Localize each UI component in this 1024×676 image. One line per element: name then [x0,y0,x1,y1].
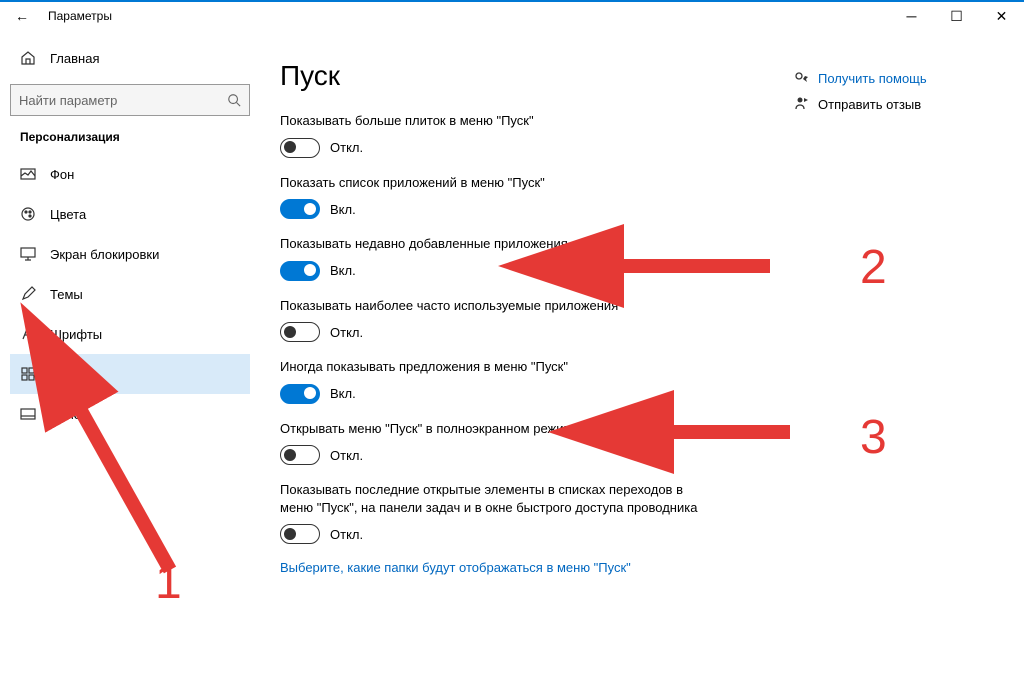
setting-item: Открывать меню "Пуск" в полноэкранном ре… [280,420,700,466]
toggle-state: Откл. [330,448,363,463]
monitor-icon [20,246,36,262]
toggle-state: Вкл. [330,263,356,278]
minimize-button[interactable]: ─ [889,1,934,31]
sidebar: Главная Найти параметр Персонализация Фо… [0,30,260,676]
toggle-state: Откл. [330,325,363,340]
sidebar-section-title: Персонализация [10,130,250,144]
setting-label: Показывать больше плиток в меню "Пуск" [280,112,700,130]
help-link[interactable]: Получить помощь [794,70,994,86]
sidebar-item-label: Экран блокировки [50,247,159,262]
window-title: Параметры [44,9,889,23]
title-bar: ← Параметры ─ ☐ ✕ [0,0,1024,30]
toggle-switch[interactable] [280,384,320,404]
sidebar-item-label: Темы [50,287,83,302]
search-placeholder: Найти параметр [19,93,227,108]
setting-item: Показывать недавно добавленные приложени… [280,235,700,281]
setting-item: Иногда показывать предложения в меню "Пу… [280,358,700,404]
toggle-state: Вкл. [330,386,356,401]
setting-label: Иногда показывать предложения в меню "Пу… [280,358,700,376]
toggle-switch[interactable] [280,445,320,465]
font-icon [20,326,36,342]
image-icon [20,166,36,182]
setting-item: Показать список приложений в меню "Пуск"… [280,174,700,220]
sidebar-item-taskbar[interactable]: Панел [10,394,250,434]
sidebar-item-start[interactable]: Пуск [10,354,250,394]
feedback-label: Отправить отзыв [818,97,921,112]
content-area: Пуск Показывать больше плиток в меню "Пу… [260,30,1024,676]
search-icon [227,93,241,107]
setting-item: Показывать последние открытые элементы в… [280,481,700,544]
toggle-switch[interactable] [280,261,320,281]
close-button[interactable]: ✕ [979,1,1024,31]
setting-item: Показывать наиболее часто используемые п… [280,297,700,343]
feedback-icon [794,96,810,112]
toggle-switch[interactable] [280,199,320,219]
sidebar-item-fonts[interactable]: Шрифты [10,314,250,354]
sidebar-item-themes[interactable]: Темы [10,274,250,314]
sidebar-home[interactable]: Главная [10,40,250,76]
setting-label: Показывать наиболее часто используемые п… [280,297,700,315]
setting-item: Показывать больше плиток в меню "Пуск" От… [280,112,700,158]
folders-link[interactable]: Выберите, какие папки будут отображаться… [280,560,994,575]
toggle-switch[interactable] [280,138,320,158]
sidebar-home-label: Главная [50,51,99,66]
setting-label: Показать список приложений в меню "Пуск" [280,174,700,192]
feedback-link[interactable]: Отправить отзыв [794,96,994,112]
sidebar-item-lockscreen[interactable]: Экран блокировки [10,234,250,274]
home-icon [20,50,36,66]
sidebar-item-colors[interactable]: Цвета [10,194,250,234]
toggle-switch[interactable] [280,524,320,544]
back-button[interactable]: ← [0,8,44,24]
brush-icon [20,286,36,302]
toggle-state: Вкл. [330,202,356,217]
side-panel: Получить помощь Отправить отзыв [794,70,994,122]
toggle-state: Откл. [330,140,363,155]
toggle-state: Откл. [330,527,363,542]
palette-icon [20,206,36,222]
sidebar-item-label: Фон [50,167,74,182]
start-icon [20,366,36,382]
taskbar-icon [20,406,36,422]
maximize-button[interactable]: ☐ [934,1,979,31]
sidebar-item-label: Цвета [50,207,86,222]
toggle-switch[interactable] [280,322,320,342]
setting-label: Открывать меню "Пуск" в полноэкранном ре… [280,420,700,438]
setting-label: Показывать последние открытые элементы в… [280,481,700,516]
sidebar-item-background[interactable]: Фон [10,154,250,194]
setting-label: Показывать недавно добавленные приложени… [280,235,700,253]
sidebar-item-label: Пуск [50,367,78,382]
sidebar-item-label: Шрифты [50,327,102,342]
help-icon [794,70,810,86]
search-input[interactable]: Найти параметр [10,84,250,116]
help-label: Получить помощь [818,71,927,86]
sidebar-item-label: Панел [50,407,88,422]
